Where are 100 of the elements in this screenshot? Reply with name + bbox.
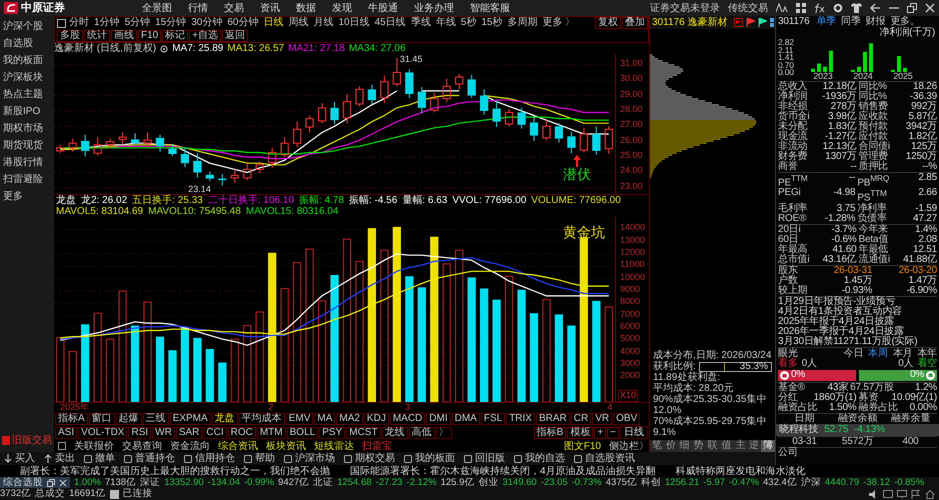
indicator-tab[interactable]: DMA (452, 413, 480, 425)
period-tab[interactable]: 本月 (892, 348, 912, 359)
period-tab[interactable]: 45日线 (372, 17, 408, 29)
indicator-tab[interactable]: WR (152, 426, 175, 438)
info-link[interactable]: 短线雷达 (314, 440, 354, 452)
period-tab[interactable]: 年线 (434, 17, 458, 29)
indicator-tab[interactable]: VOL-TDX (78, 426, 128, 438)
indicator-button[interactable]: 模板 (567, 426, 594, 438)
chart-tool-button[interactable]: 返回 (222, 30, 248, 42)
indicator-tab[interactable]: 龙盘 (212, 413, 238, 425)
toolbar-button[interactable]: 帮助 (244, 453, 275, 464)
period-tab[interactable]: 月线 (312, 17, 336, 29)
news-headline[interactable]: 副署长：美军完成了美国历史上最大胆的搜救行动之一，我们绝不会抛 (20, 466, 330, 476)
settings-icon[interactable] (833, 3, 843, 13)
info-link[interactable]: 扫雷宝 (362, 440, 392, 452)
period-tab[interactable]: 更多 〉 (540, 17, 578, 29)
menu-item[interactable]: 全景图 (142, 2, 172, 14)
panel-tab[interactable]: 综合选股 (0, 477, 70, 488)
toolbar-button[interactable]: 沪深市场 (284, 453, 335, 464)
period-tab[interactable]: 5秒 (458, 17, 478, 29)
info-link[interactable]: 板块资讯 (266, 440, 306, 452)
chart-tool-button[interactable]: F10 (138, 30, 162, 42)
detail-tab[interactable]: 势 (692, 440, 706, 452)
toolbar-button[interactable]: 我的自选 (514, 453, 565, 464)
announcement-link[interactable]: 2026年一季报于4月24日披露 (778, 326, 937, 337)
detail-tab[interactable]: 主 (733, 440, 748, 452)
indicator-tab[interactable]: EXPMA (170, 413, 211, 425)
chart-tool-button[interactable]: 标记 (162, 30, 188, 42)
report-tab[interactable]: 单季 (816, 17, 836, 27)
chart-tool-button[interactable]: 统计 (84, 30, 110, 42)
message-icon[interactable] (883, 490, 893, 499)
monitor-icon[interactable] (897, 490, 907, 499)
chart-tool-button[interactable]: 多股 (57, 30, 83, 42)
sidebar-item[interactable]: 期权市场 (0, 120, 54, 137)
indicator-tab[interactable]: CR (570, 413, 592, 425)
indicator-tab[interactable]: 三线 (142, 413, 169, 425)
toolbar-button[interactable]: 撤单 (84, 453, 115, 464)
indicator-button[interactable]: 指标B (534, 426, 566, 438)
shirt-icon[interactable] (851, 3, 862, 13)
sidebar-item[interactable]: 沪深板块 (0, 69, 54, 86)
news-headline[interactable]: 科威特称两座发电和海水淡化 (676, 466, 806, 476)
indicator-tab[interactable]: 龙线 (382, 426, 408, 438)
indicator-tab[interactable]: CCI (203, 426, 227, 438)
toolbar-button[interactable]: 信用持仓 (184, 453, 235, 464)
period-tab[interactable]: 5分钟 (122, 17, 152, 29)
indicator-tab[interactable]: VR (592, 413, 612, 425)
indicator-tab[interactable]: ROC (228, 426, 256, 438)
info-link[interactable]: 交易查询 (122, 440, 162, 452)
indicator-tab[interactable]: MA (314, 413, 336, 425)
legacy-trade-link[interactable]: 旧版交易 (12, 435, 52, 446)
report-tab[interactable]: 更多。 (890, 17, 920, 27)
sidebar-item[interactable]: 更多 (0, 188, 54, 205)
sidebar-item[interactable]: 我的板面 (0, 52, 54, 69)
toolbar-button[interactable]: 买入 (4, 453, 35, 464)
indicator-tab[interactable]: 〉 (436, 426, 452, 438)
toolbar-button[interactable]: 卖出 (44, 453, 75, 464)
close-icon[interactable] (925, 3, 935, 13)
sidebar-item[interactable]: 自选股 (0, 35, 54, 52)
indicator-tab[interactable]: MCST (346, 426, 381, 438)
sidebar-item[interactable]: 期货现货 (0, 137, 54, 154)
sidebar-item[interactable]: 沪深个股 (0, 18, 54, 35)
detail-tab[interactable]: 值 (719, 440, 734, 452)
menu-item[interactable]: 交易 (224, 2, 244, 14)
period-tab[interactable]: 多周期 (505, 17, 540, 29)
detail-tab[interactable]: 笔 (650, 440, 664, 452)
announcement-link[interactable]: 4月2日有1条投资者互动内容 (778, 306, 937, 317)
chart-tool-button[interactable]: 叠加 (622, 17, 648, 29)
indicator-tab[interactable]: 窗口 (88, 413, 115, 425)
menu-item[interactable]: 发现 (332, 2, 352, 14)
detail-tab[interactable]: 联 (706, 440, 720, 452)
restore-icon[interactable] (907, 3, 917, 13)
indicator-tab[interactable]: ASI (55, 426, 78, 438)
grid-icon[interactable] (796, 3, 806, 13)
formula-icon[interactable] (814, 3, 825, 13)
layout-icon[interactable] (57, 18, 66, 28)
report-tab[interactable]: 财报 (866, 17, 886, 27)
classic-trade-link[interactable]: 传统交易 (728, 2, 768, 14)
detail-tab[interactable]: 逆 (747, 440, 762, 452)
indicator-tab[interactable]: EMV (286, 413, 314, 425)
announcement-link[interactable]: 1月29日年报预告-业绩预亏 (778, 296, 937, 307)
bull-vote-bar[interactable]: 0% (778, 370, 856, 381)
indicator-tab[interactable]: PSY (319, 426, 346, 438)
report-tab[interactable]: 同季 (841, 17, 861, 27)
indicator-button[interactable]: − (607, 426, 619, 438)
period-tab[interactable]: 分时 (67, 17, 91, 29)
news-headline[interactable]: 国际能源署署长：霍尔木兹海峡持续关闭，4月原油及成品油损失异翻 (350, 466, 656, 476)
indicator-tab[interactable]: 指标A (55, 413, 88, 425)
period-tab[interactable]: 10日线 (336, 17, 372, 29)
indicator-tab[interactable]: OBV (613, 413, 640, 425)
indicator-tab[interactable]: 起爆 (116, 413, 142, 425)
menu-item[interactable]: 数据 (296, 2, 316, 14)
side-panel-link[interactable]: 图文F10 (564, 440, 601, 452)
home-icon[interactable] (925, 490, 935, 499)
indicator-button[interactable]: + (594, 426, 606, 438)
indicator-tab[interactable]: RSI (128, 426, 152, 438)
side-panel-link[interactable]: 侧边栏〉 (609, 440, 649, 452)
chart-tool-button[interactable]: 复权 (595, 17, 621, 29)
toolbar-button[interactable]: 期权交易 (344, 453, 395, 464)
detail-tab[interactable]: 细 (678, 440, 692, 452)
indicator-tab[interactable]: DMI (426, 413, 451, 425)
